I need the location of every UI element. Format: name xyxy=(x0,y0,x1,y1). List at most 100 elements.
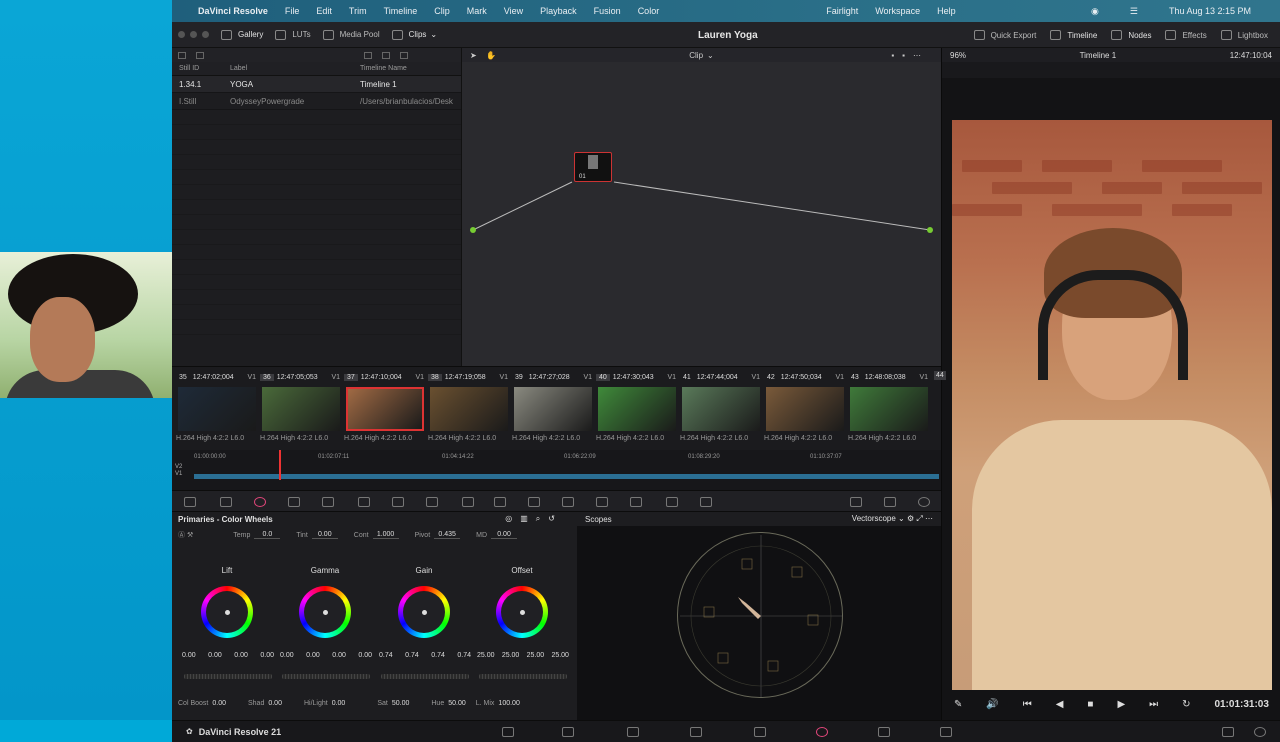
grid-view-icon[interactable] xyxy=(178,51,186,59)
list-view-icon[interactable] xyxy=(196,51,204,59)
info-tab-icon[interactable] xyxy=(850,497,862,507)
quick-export-button[interactable]: Quick Export xyxy=(973,30,1036,40)
stop-icon[interactable]: ■ xyxy=(1087,699,1093,710)
zoom-level[interactable]: 96% xyxy=(950,51,966,60)
clip-image[interactable] xyxy=(682,387,760,431)
gamma-wheel[interactable]: Gamma 0.00 0.00 0.00 0.00 xyxy=(276,566,374,692)
clip-image[interactable] xyxy=(430,387,508,431)
effects-button[interactable]: Effects xyxy=(1165,30,1207,40)
wheel-y[interactable]: 0.74 xyxy=(379,652,393,659)
gain-wheel[interactable]: Gain 0.74 0.74 0.74 0.74 xyxy=(375,566,473,692)
camera-raw-tab-icon[interactable] xyxy=(184,497,196,507)
fusion-page-icon[interactable] xyxy=(690,727,702,737)
color-match-tab-icon[interactable] xyxy=(220,497,232,507)
master-wheel-slider[interactable] xyxy=(184,674,272,679)
wheel-b[interactable]: 25.00 xyxy=(551,652,569,659)
primaries-mode-icons[interactable]: ◎▥⌕↺ xyxy=(505,514,563,524)
md-value[interactable]: 0.00 xyxy=(491,531,518,539)
mini-timeline[interactable]: V2 V1 01:00:00:00 01:02:07:11 01:04:14:2… xyxy=(172,450,941,490)
menu-trim[interactable]: Trim xyxy=(349,6,367,16)
cut-page-icon[interactable] xyxy=(562,727,574,737)
wheel-b[interactable]: 0.00 xyxy=(260,652,274,659)
clip-thumbnail[interactable]: 36 12:47:05;053 V1 H.264 High 4:2:2 L6.0 xyxy=(260,371,342,447)
wheel-y[interactable]: 25.00 xyxy=(477,652,495,659)
search-icon[interactable] xyxy=(382,51,390,59)
hdr-tab-icon[interactable] xyxy=(288,497,300,507)
scope-mode-dropdown[interactable]: Vectorscope ⌄ ⚙ ⤢ ⋯ xyxy=(852,514,933,524)
color-page-icon[interactable] xyxy=(816,727,828,737)
highlights-value[interactable]: 0.00 xyxy=(332,700,346,707)
scopes-tab-icon[interactable] xyxy=(884,497,896,507)
auto-balance-icon[interactable]: Ⓐ ⚒ xyxy=(178,530,193,540)
wheel-y[interactable]: 0.00 xyxy=(182,652,196,659)
wheel-center-dot[interactable] xyxy=(225,610,230,615)
settings-gear-icon[interactable] xyxy=(1254,727,1266,737)
tint-value[interactable]: 0.00 xyxy=(311,531,338,539)
sort-icon[interactable] xyxy=(364,51,372,59)
clip-image[interactable] xyxy=(766,387,844,431)
gallery-row[interactable]: I.Still OdysseyPowergrade /Users/brianbu… xyxy=(172,93,461,110)
clip-thumbnail[interactable]: 37 12:47:10;004 V1 H.264 High 4:2:2 L6.0 xyxy=(344,371,426,447)
clip-thumbnail[interactable]: 39 12:47:27;028 V1 H.264 High 4:2:2 L6.0 xyxy=(512,371,594,447)
clip-image[interactable] xyxy=(514,387,592,431)
timeline-name-header[interactable]: Timeline Name xyxy=(360,65,461,72)
wheel-g[interactable]: 0.74 xyxy=(431,652,445,659)
gallery-row[interactable]: 1.34.1 YOGA Timeline 1 xyxy=(172,76,461,93)
clips-button[interactable]: Clips ⌄ xyxy=(391,29,437,40)
color-warper-tab-icon[interactable] xyxy=(426,497,438,507)
color-node-01[interactable]: 01 xyxy=(574,152,612,182)
menu-workspace[interactable]: Workspace xyxy=(875,6,920,16)
wheel-center-dot[interactable] xyxy=(323,610,328,615)
zoom-window-button[interactable] xyxy=(202,31,209,38)
skip-forward-icon[interactable]: ⏭ xyxy=(1149,699,1158,710)
menu-mark[interactable]: Mark xyxy=(467,6,487,16)
viewer-image[interactable] xyxy=(952,120,1272,690)
wheel-r[interactable]: 0.00 xyxy=(208,652,222,659)
minimize-window-button[interactable] xyxy=(190,31,197,38)
menu-timeline[interactable]: Timeline xyxy=(384,6,418,16)
viewer-timeline-name[interactable]: Timeline 1 xyxy=(1080,51,1117,60)
sizing-tab-icon[interactable] xyxy=(666,497,678,507)
clip-image[interactable] xyxy=(850,387,928,431)
shadows-value[interactable]: 0.00 xyxy=(268,700,282,707)
wheel-g[interactable]: 25.00 xyxy=(527,652,545,659)
key-tab-icon[interactable] xyxy=(630,497,642,507)
contrast-value[interactable]: 1.000 xyxy=(372,531,399,539)
expand-icon[interactable] xyxy=(400,51,408,59)
timeline-button[interactable]: Timeline xyxy=(1050,30,1097,40)
gallery-button[interactable]: Gallery xyxy=(221,29,263,40)
next-clip-number[interactable]: 44 xyxy=(934,371,946,380)
clip-image[interactable] xyxy=(262,387,340,431)
saturation-value[interactable]: 50.00 xyxy=(392,700,410,707)
wheel-center-dot[interactable] xyxy=(520,610,525,615)
wifi-icon[interactable]: ◉ xyxy=(1091,6,1099,17)
lum-mix-value[interactable]: 100.00 xyxy=(498,700,519,707)
nodes-button[interactable]: Nodes xyxy=(1111,30,1151,40)
wheel-g[interactable]: 0.00 xyxy=(332,652,346,659)
menu-playback[interactable]: Playback xyxy=(540,6,577,16)
rgb-mixer-tab-icon[interactable] xyxy=(322,497,334,507)
wheel-b[interactable]: 0.74 xyxy=(457,652,471,659)
temp-value[interactable]: 0.0 xyxy=(254,531,281,539)
color-wheels-tab-icon[interactable] xyxy=(254,497,266,507)
info-icon[interactable] xyxy=(918,497,930,507)
clip-image[interactable] xyxy=(598,387,676,431)
col-boost-value[interactable]: 0.00 xyxy=(212,700,226,707)
wheel-y[interactable]: 0.00 xyxy=(280,652,294,659)
motion-effects-tab-icon[interactable] xyxy=(358,497,370,507)
clock[interactable]: Thu Aug 13 2:15 PM xyxy=(1169,6,1251,16)
clip-image[interactable] xyxy=(346,387,424,431)
wheel-r[interactable]: 0.74 xyxy=(405,652,419,659)
menu-color[interactable]: Color xyxy=(638,6,660,16)
media-pool-button[interactable]: Media Pool xyxy=(322,29,380,40)
lift-wheel[interactable]: Lift 0.00 0.00 0.00 0.00 xyxy=(178,566,276,692)
playhead[interactable] xyxy=(279,450,281,480)
magic-mask-tab-icon[interactable] xyxy=(562,497,574,507)
wheel-g[interactable]: 0.00 xyxy=(234,652,248,659)
clip-thumbnail[interactable]: 41 12:47:44;004 V1 H.264 High 4:2:2 L6.0 xyxy=(680,371,762,447)
menu-fairlight[interactable]: Fairlight xyxy=(826,6,858,16)
qualifier-tab-icon[interactable] xyxy=(462,497,474,507)
master-wheel-slider[interactable] xyxy=(479,674,567,679)
luts-button[interactable]: LUTs xyxy=(275,29,311,40)
edit-page-icon[interactable] xyxy=(627,727,639,737)
